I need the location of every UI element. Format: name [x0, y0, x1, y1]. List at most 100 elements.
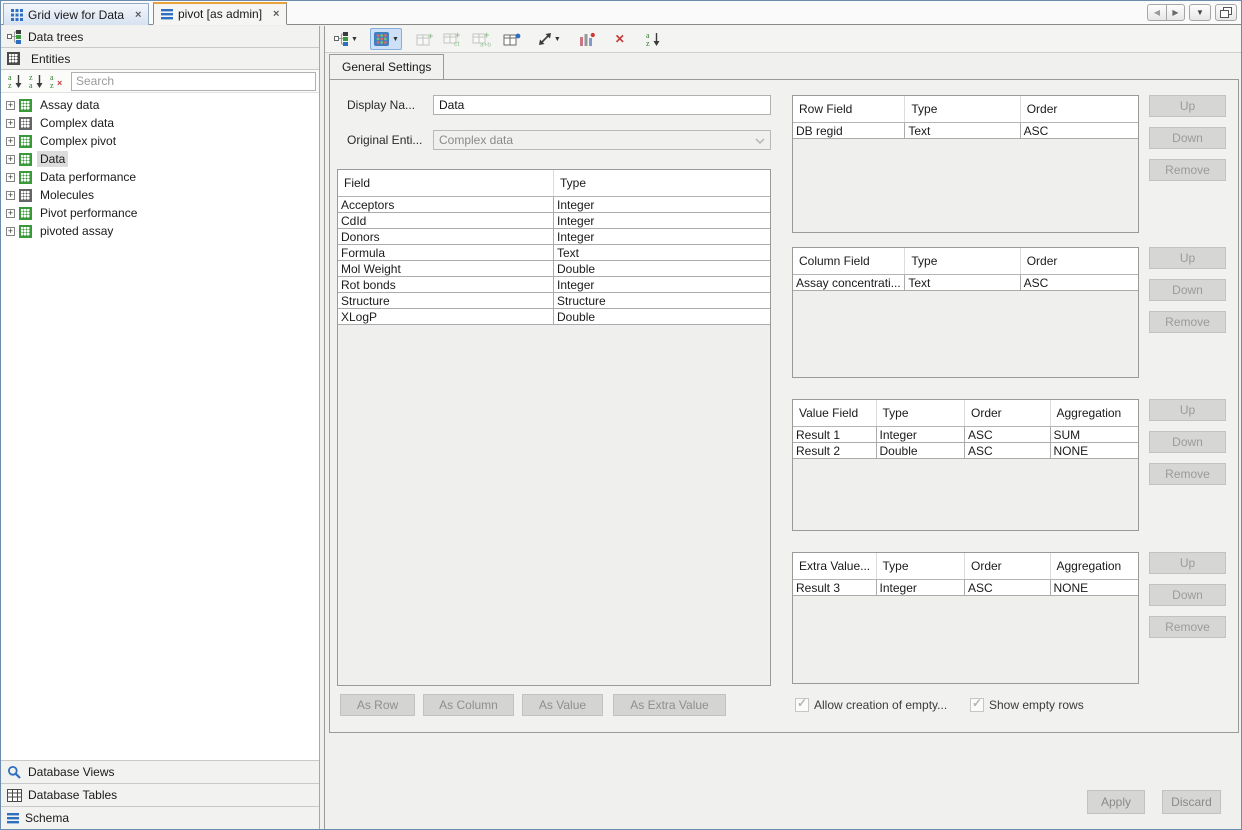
table-row[interactable]: StructureStructure [338, 293, 770, 309]
tab-general-settings[interactable]: General Settings [329, 54, 444, 79]
column-header[interactable]: Type [877, 553, 965, 579]
tab-pivot[interactable]: pivot [as admin] × [153, 2, 287, 25]
expand-icon[interactable]: + [6, 101, 15, 110]
table-row[interactable]: Result 2 Double ASC NONE [793, 443, 1138, 459]
tree-item-complex-pivot[interactable]: +Complex pivot [1, 132, 319, 150]
column-header[interactable]: Aggregation [1051, 400, 1138, 426]
as-extra-value-button[interactable]: As Extra Value [613, 694, 726, 716]
expand-icon[interactable]: + [6, 227, 15, 236]
sort-descending-button[interactable]: za [26, 72, 45, 90]
restore-windows-button[interactable] [1215, 4, 1237, 21]
allow-empty-checkbox[interactable]: ✓ [795, 698, 809, 712]
row-remove-button[interactable]: Remove [1149, 159, 1226, 181]
column-header[interactable]: Column Field [793, 248, 905, 274]
schema-header[interactable]: Schema [1, 806, 319, 829]
close-icon[interactable]: × [135, 10, 141, 20]
column-header[interactable]: Type [877, 400, 965, 426]
discard-button[interactable]: Discard [1162, 790, 1221, 814]
tree-item-data[interactable]: +Data [1, 150, 319, 168]
tab-grid-view[interactable]: Grid view for Data × [3, 3, 149, 25]
column-down-button[interactable]: Down [1149, 279, 1226, 301]
table-row[interactable]: CdIdInteger [338, 213, 770, 229]
chart-view-button[interactable] [575, 28, 599, 50]
clear-sort-button[interactable]: az× [47, 72, 66, 90]
expand-icon[interactable]: + [6, 119, 15, 128]
tree-item-molecules[interactable]: +Molecules [1, 186, 319, 204]
expand-icon[interactable]: + [6, 137, 15, 146]
chevron-left-icon: ◀ [1154, 8, 1160, 17]
value-up-button[interactable]: Up [1149, 399, 1226, 421]
tree-item-pivoted-assay[interactable]: +pivoted assay [1, 222, 319, 240]
display-name-input[interactable] [433, 95, 771, 115]
window-tab-bar: Grid view for Data × pivot [as admin] × … [1, 1, 1241, 25]
expand-icon[interactable]: + [6, 155, 15, 164]
column-up-button[interactable]: Up [1149, 247, 1226, 269]
table-row[interactable]: Assay concentrati... Text ASC [793, 275, 1138, 291]
row-down-button[interactable]: Down [1149, 127, 1226, 149]
tree-item-complex-data[interactable]: +Complex data [1, 114, 319, 132]
column-header[interactable]: Aggregation [1051, 553, 1138, 579]
column-header[interactable]: Row Field [793, 96, 905, 122]
table-row[interactable]: DB regid Text ASC [793, 123, 1138, 139]
column-header[interactable]: Order [965, 400, 1051, 426]
extra-down-button[interactable]: Down [1149, 584, 1226, 606]
table-row[interactable]: FormulaText [338, 245, 770, 261]
add-sum-table-button[interactable]: +a+b [469, 28, 497, 50]
table-row[interactable]: Rot bondsInteger [338, 277, 770, 293]
resize-mode-button[interactable]: ▼ [535, 28, 564, 50]
delete-button[interactable]: ✕ [608, 28, 632, 50]
expand-icon[interactable]: + [6, 209, 15, 218]
table-row[interactable]: AcceptorsInteger [338, 197, 770, 213]
expand-icon[interactable]: + [6, 173, 15, 182]
entities-header[interactable]: Entities [1, 48, 319, 70]
scroll-tabs-left-button[interactable]: ◀ [1147, 4, 1166, 21]
column-header[interactable]: Type [905, 96, 1020, 122]
original-entity-select[interactable]: Complex data [433, 130, 771, 150]
column-header-type[interactable]: Type [554, 170, 770, 196]
column-header[interactable]: Value Field [793, 400, 877, 426]
dropdown-caret-icon: ▼ [392, 36, 399, 43]
add-crosstab-table-button[interactable]: +ct [440, 28, 466, 50]
column-header[interactable]: Type [905, 248, 1020, 274]
table-row[interactable]: Mol WeightDouble [338, 261, 770, 277]
column-header[interactable]: Order [1021, 96, 1138, 122]
entities-tree: +Assay data +Complex data +Complex pivot… [1, 93, 319, 760]
expand-icon[interactable]: + [6, 191, 15, 200]
table-row[interactable]: Result 3 Integer ASC NONE [793, 580, 1138, 596]
apply-button[interactable]: Apply [1087, 790, 1145, 814]
sort-button[interactable]: az [641, 28, 665, 50]
tab-list-dropdown-button[interactable]: ▼ [1189, 4, 1211, 21]
table-row[interactable]: XLogPDouble [338, 309, 770, 325]
extra-remove-button[interactable]: Remove [1149, 616, 1226, 638]
database-tables-header[interactable]: Database Tables [1, 783, 319, 806]
column-remove-button[interactable]: Remove [1149, 311, 1226, 333]
add-entity-button[interactable] [500, 28, 524, 50]
as-row-button[interactable]: As Row [340, 694, 415, 716]
search-input[interactable] [71, 72, 316, 91]
column-header[interactable]: Order [965, 553, 1051, 579]
show-empty-rows-checkbox[interactable]: ✓ [970, 698, 984, 712]
database-views-header[interactable]: Database Views [1, 760, 319, 783]
as-value-button[interactable]: As Value [522, 694, 603, 716]
extra-up-button[interactable]: Up [1149, 552, 1226, 574]
column-header[interactable]: Extra Value... [793, 553, 877, 579]
grid-view-mode-button[interactable]: ▼ [370, 28, 402, 50]
as-column-button[interactable]: As Column [423, 694, 514, 716]
tree-item-assay-data[interactable]: +Assay data [1, 96, 319, 114]
bar-chart-icon [579, 32, 595, 47]
value-down-button[interactable]: Down [1149, 431, 1226, 453]
close-icon[interactable]: × [273, 9, 279, 19]
column-header[interactable]: Order [1021, 248, 1138, 274]
sort-ascending-button[interactable]: az [5, 72, 24, 90]
data-trees-header[interactable]: Data trees [1, 26, 319, 48]
add-table-button[interactable]: + [413, 28, 437, 50]
column-header-field[interactable]: Field [338, 170, 554, 196]
table-row[interactable]: DonorsInteger [338, 229, 770, 245]
table-row[interactable]: Result 1 Integer ASC SUM [793, 427, 1138, 443]
tree-item-pivot-performance[interactable]: +Pivot performance [1, 204, 319, 222]
data-tree-menu-button[interactable]: ▼ [331, 28, 361, 50]
tree-item-data-performance[interactable]: +Data performance [1, 168, 319, 186]
scroll-tabs-right-button[interactable]: ▶ [1166, 4, 1185, 21]
row-up-button[interactable]: Up [1149, 95, 1226, 117]
value-remove-button[interactable]: Remove [1149, 463, 1226, 485]
